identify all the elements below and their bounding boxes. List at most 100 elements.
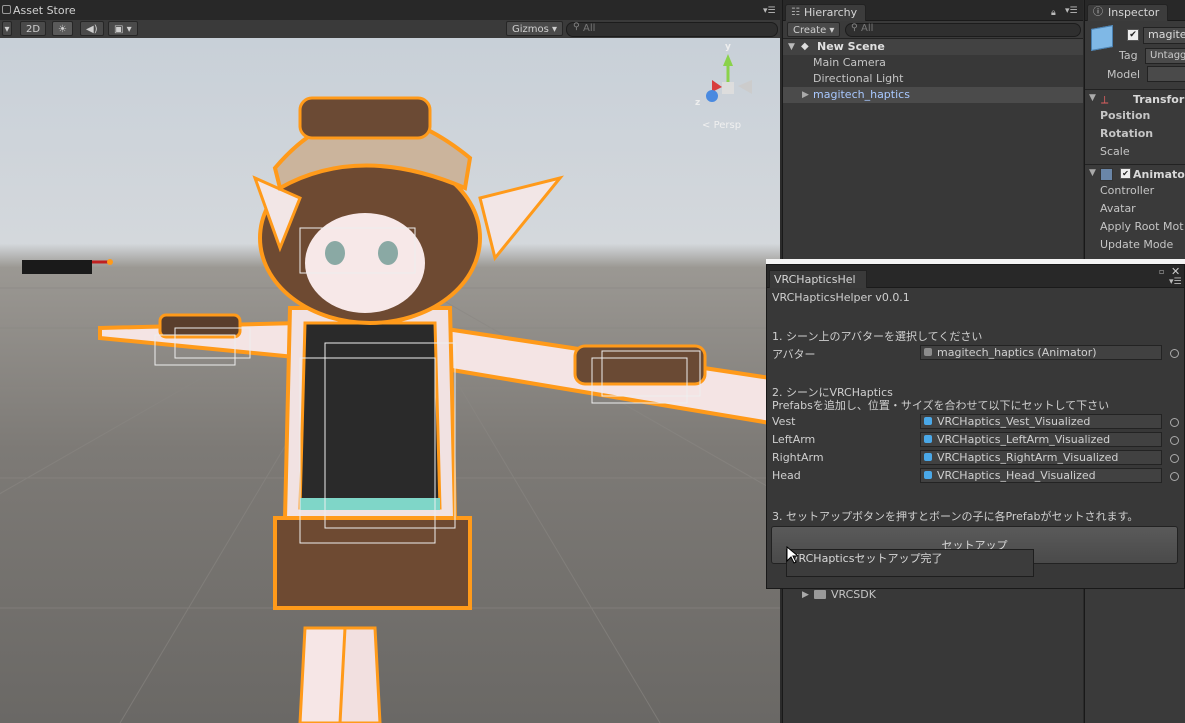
animator-title: Animator [1133,168,1185,181]
asset-store-tab[interactable]: Asset Store [13,4,76,17]
distant-object [22,260,92,274]
active-checkbox[interactable]: ✔ [1127,29,1139,41]
step1-text: 1. シーン上のアバターを選択してください [772,330,983,343]
panel-menu-icon[interactable]: ▾☰ [763,6,776,16]
head-object-value: VRCHaptics_Head_Visualized [937,469,1096,482]
prefab-cube-icon [924,471,932,479]
hierarchy-tab-label: Hierarchy [804,6,858,19]
avatar-field-label: アバター [772,348,816,361]
unity-scene-icon: ◆ [801,41,809,52]
hierarchy-item[interactable]: ▶ VRCSDK [783,587,1083,603]
hierarchy-search-placeholder: All [861,23,874,34]
inspector-tab-label: Inspector [1108,6,1160,19]
gizmo-z-label: z [695,98,701,108]
hierarchy-item-label: Directional Light [813,72,904,85]
search-icon: ⚲ [573,22,580,32]
vrc-haptics-helper-window: VRCHapticsHel ▫ ✕ ▾☰ VRCHapticsHelper v0… [766,264,1185,589]
step3-text: 3. セットアップボタンを押すとボーンの子に各Prefabがセットされます。 [772,510,1139,523]
prefab-cube-icon [924,453,932,461]
gizmo-y-label: y [725,42,731,52]
rightarm-field-label: RightArm [772,451,824,464]
mode-2d-button[interactable]: 2D [20,21,47,36]
scene-render [0,96,780,723]
object-picker-icon[interactable] [1170,436,1179,445]
head-object-field[interactable]: VRCHaptics_Head_Visualized [920,468,1162,483]
object-picker-icon[interactable] [1170,472,1179,481]
hierarchy-item-selected[interactable]: ▶ magitech_haptics [783,87,1083,103]
hierarchy-search-input[interactable]: ⚲ All [845,23,1081,37]
avatar-label: Avatar [1100,202,1136,215]
hierarchy-list-icon: ☷ [791,7,800,18]
object-picker-icon[interactable] [1170,349,1179,358]
head-field-label: Head [772,469,801,482]
tag-label: Tag [1119,49,1138,62]
create-label: Create [793,25,827,36]
info-icon: ⓘ [1093,7,1103,18]
controller-label: Controller [1100,184,1155,197]
persp-label[interactable]: < Persp [702,120,741,131]
audio-toggle-icon[interactable]: ◀) [80,21,104,36]
avatar-object-value: magitech_haptics (Animator) [937,346,1097,359]
scene-search-placeholder: All [583,23,596,34]
model-select-button[interactable] [1147,66,1185,82]
scene-orientation-gizmo[interactable]: y z < Persp [690,42,770,134]
model-label: Model [1107,68,1141,81]
expand-arrow-icon[interactable]: ▼ [1089,93,1096,103]
expand-arrow-icon[interactable]: ▼ [788,39,795,55]
scene-name: New Scene [817,40,885,53]
setup-complete-tooltip: VRCHapticsセットアップ完了 [786,549,1034,577]
maximize-icon[interactable]: ▫ [1159,267,1164,276]
vrc-tab[interactable]: VRCHapticsHel [769,270,867,288]
scene-root-row[interactable]: ▼ ◆ New Scene [783,39,1083,55]
folder-icon [814,590,826,599]
asset-store-icon [2,5,11,14]
animator-icon [924,348,932,356]
scene-tab-bar: Asset Store ▾☰ [0,0,780,21]
search-icon: ⚲ [851,23,858,33]
transform-axes-icon: ⟂ [1101,93,1109,106]
effects-dropdown-icon[interactable]: ▣ ▾ [108,21,138,36]
inspector-tab[interactable]: ⓘ Inspector [1087,4,1169,21]
lighting-toggle-icon[interactable]: ☀ [52,21,73,36]
animator-icon [1100,168,1113,181]
rightarm-object-value: VRCHaptics_RightArm_Visualized [937,451,1119,464]
expand-arrow-icon[interactable]: ▶ [802,87,809,103]
apply-root-motion-label: Apply Root Mot [1100,220,1184,233]
scale-label: Scale [1100,145,1130,158]
leftarm-object-field[interactable]: VRCHaptics_LeftArm_Visualized [920,432,1162,447]
object-picker-icon[interactable] [1170,418,1179,427]
scene-viewport[interactable]: y z < Persp [0,38,780,723]
expand-arrow-icon[interactable]: ▼ [1089,168,1096,178]
panel-menu-icon[interactable]: ▾☰ [1065,6,1078,16]
tag-dropdown[interactable]: Untagg [1145,48,1185,64]
tooltip-text: VRCHapticsセットアップ完了 [791,552,943,565]
expand-arrow-icon[interactable]: ▶ [802,587,809,603]
hierarchy-toolbar: Create ▾ ⚲ All [783,21,1083,39]
create-dropdown[interactable]: Create ▾ [787,22,841,37]
vest-object-field[interactable]: VRCHaptics_Vest_Visualized [920,414,1162,429]
gizmos-dropdown[interactable]: Gizmos ▾ [506,21,564,36]
object-picker-icon[interactable] [1170,454,1179,463]
rotation-label: Rotation [1100,127,1154,140]
update-mode-label: Update Mode [1100,238,1174,251]
scene-search-input[interactable]: ⚲ All [566,22,778,37]
prefab-cube-icon [924,417,932,425]
leftarm-object-value: VRCHaptics_LeftArm_Visualized [937,433,1111,446]
vrc-helper-title: VRCHapticsHelper v0.0.1 [772,291,910,304]
mouse-cursor-icon [786,546,798,564]
rightarm-object-field[interactable]: VRCHaptics_RightArm_Visualized [920,450,1162,465]
avatar-object-field[interactable]: magitech_haptics (Animator) [920,345,1162,360]
position-label: Position [1100,109,1151,122]
animator-enabled-checkbox[interactable]: ✔ [1120,168,1131,179]
persp-text: Persp [713,120,742,131]
lock-icon[interactable]: 🔒︎ [1051,8,1056,18]
object-name-field[interactable]: magite [1143,27,1185,44]
vest-object-value: VRCHaptics_Vest_Visualized [937,415,1091,428]
gizmos-label: Gizmos [512,24,549,35]
shading-dropdown[interactable]: ▾ [2,21,12,36]
hierarchy-tab[interactable]: ☷ Hierarchy [785,4,867,21]
hierarchy-item[interactable]: Main Camera [783,55,1083,71]
panel-menu-icon[interactable]: ▾☰ [1169,277,1182,287]
scene-toolbar: ▾ 2D ☀ ◀) ▣ ▾ Gizmos ▾ ⚲ All [0,20,780,39]
hierarchy-item[interactable]: Directional Light [783,71,1083,87]
